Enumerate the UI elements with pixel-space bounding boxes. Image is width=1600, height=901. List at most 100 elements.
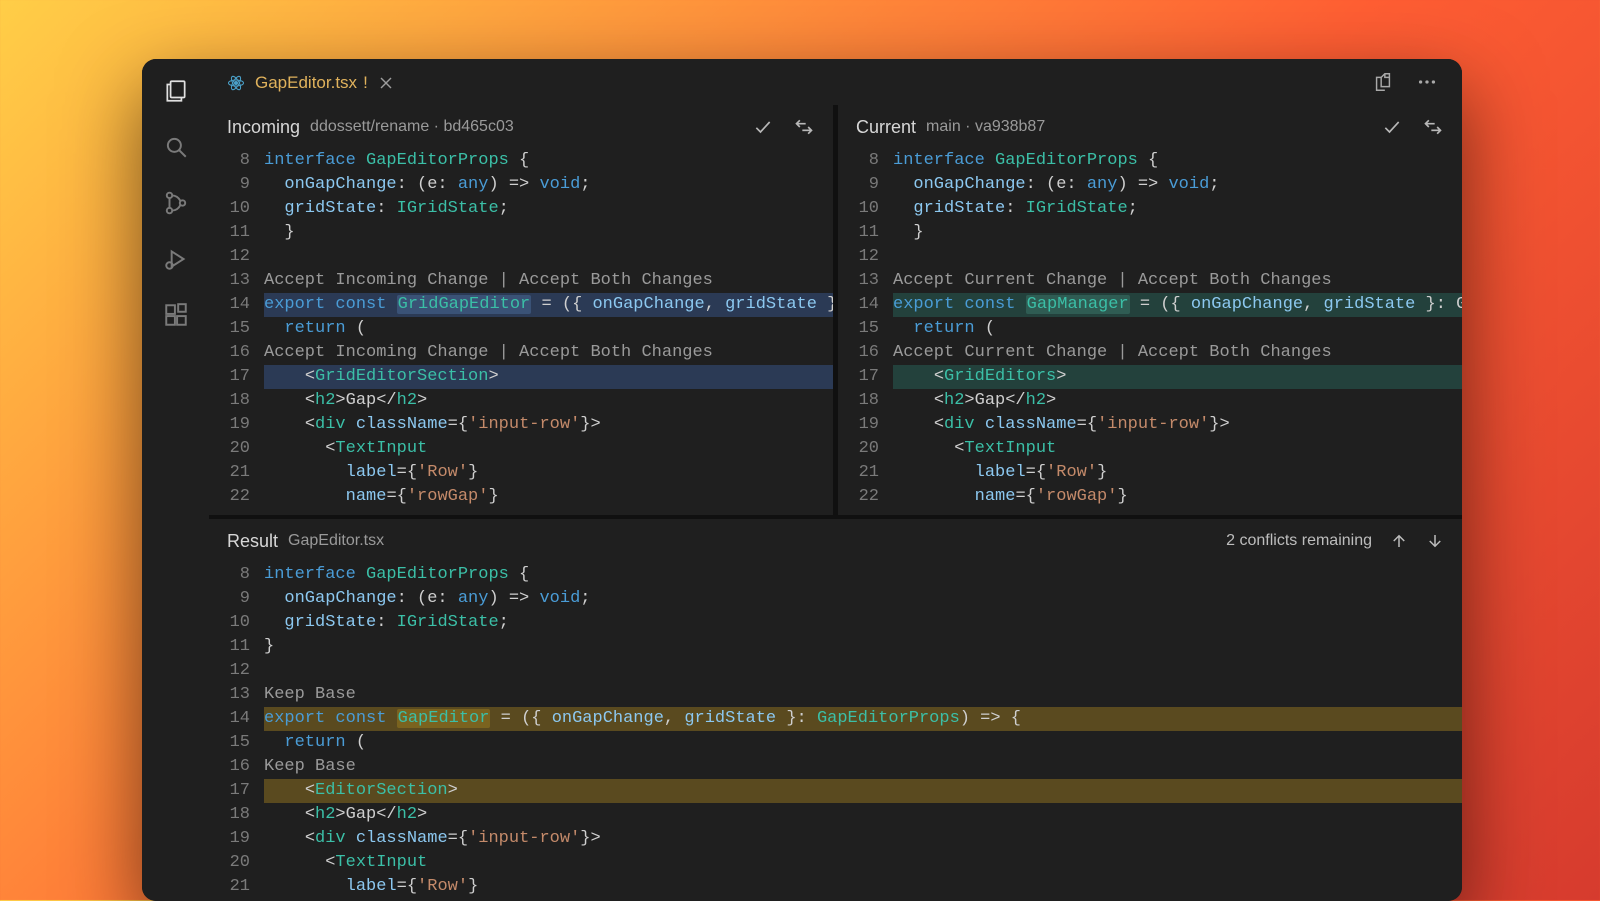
code-line[interactable]: export const GapEditor = ({ onGapChange,…: [264, 707, 1462, 731]
arrow-down-icon[interactable]: [1426, 532, 1444, 550]
tab-actions: [1372, 71, 1462, 93]
code-line[interactable]: <div className={'input-row'}>: [264, 827, 1462, 851]
code-line[interactable]: [893, 245, 1462, 269]
code-line[interactable]: export const GridGapEditor = ({ onGapCha…: [264, 293, 833, 317]
code-line[interactable]: interface GapEditorProps {: [893, 149, 1462, 173]
code-line[interactable]: interface GapEditorProps {: [264, 149, 833, 173]
line-number: 20: [209, 437, 264, 461]
line-number: 20: [838, 437, 893, 461]
line-number: 11: [209, 221, 264, 245]
tab-label: GapEditor.tsx: [255, 73, 357, 93]
codelens-action[interactable]: Keep Base: [264, 683, 1462, 707]
code-line[interactable]: return (: [264, 731, 1462, 755]
line-number: 15: [209, 731, 264, 755]
tab-gap-editor[interactable]: GapEditor.tsx !: [209, 59, 408, 105]
line-number: 13: [209, 683, 264, 707]
code-line[interactable]: gridState: IGridState;: [264, 611, 1462, 635]
codelens-action[interactable]: Keep Base: [264, 755, 1462, 779]
line-number: 12: [209, 245, 264, 269]
incoming-code[interactable]: 8interface GapEditorProps {9 onGapChange…: [209, 149, 833, 515]
line-number: 20: [209, 851, 264, 875]
tabs-row: GapEditor.tsx !: [209, 59, 1462, 105]
code-line[interactable]: <h2>Gap</h2>: [264, 389, 833, 413]
line-number: 11: [838, 221, 893, 245]
line-number: 11: [209, 635, 264, 659]
code-line[interactable]: name={'rowGap'}: [264, 485, 833, 509]
line-number: 18: [838, 389, 893, 413]
code-line[interactable]: gridState: IGridState;: [264, 197, 833, 221]
line-number: 15: [209, 317, 264, 341]
line-number: 18: [209, 803, 264, 827]
result-code[interactable]: 8interface GapEditorProps {9 onGapChange…: [209, 563, 1462, 901]
code-line[interactable]: <div className={'input-row'}>: [893, 413, 1462, 437]
extensions-icon[interactable]: [162, 301, 190, 329]
accept-icon[interactable]: [1382, 117, 1402, 137]
activity-bar: [142, 59, 209, 901]
vscode-window: GapEditor.tsx !: [142, 59, 1462, 901]
code-line[interactable]: <TextInput: [264, 851, 1462, 875]
codelens-action[interactable]: Accept Incoming Change | Accept Both Cha…: [264, 341, 833, 365]
code-line[interactable]: onGapChange: (e: any) => void;: [264, 587, 1462, 611]
code-line[interactable]: return (: [264, 317, 833, 341]
code-line[interactable]: label={'Row'}: [893, 461, 1462, 485]
code-line[interactable]: <div className={'input-row'}>: [264, 413, 833, 437]
diff-files-icon[interactable]: [1372, 71, 1394, 93]
swap-icon[interactable]: [1422, 117, 1444, 137]
code-line[interactable]: <EditorSection>: [264, 779, 1462, 803]
line-number: 17: [209, 779, 264, 803]
code-line[interactable]: gridState: IGridState;: [893, 197, 1462, 221]
code-line[interactable]: export const GapManager = ({ onGapChange…: [893, 293, 1462, 317]
arrow-up-icon[interactable]: [1390, 532, 1408, 550]
line-number: 8: [209, 563, 264, 587]
line-number: 17: [838, 365, 893, 389]
line-number: 14: [209, 707, 264, 731]
line-number: 9: [838, 173, 893, 197]
code-line[interactable]: }: [264, 221, 833, 245]
line-number: 13: [838, 269, 893, 293]
more-icon[interactable]: [1416, 71, 1438, 93]
modified-indicator: !: [363, 73, 368, 93]
code-line[interactable]: onGapChange: (e: any) => void;: [893, 173, 1462, 197]
codelens-action[interactable]: Accept Current Change | Accept Both Chan…: [893, 341, 1462, 365]
code-line[interactable]: label={'Row'}: [264, 875, 1462, 899]
incoming-branch-info: ddossett/rename · bd465c03: [310, 118, 514, 136]
code-line[interactable]: [264, 245, 833, 269]
codelens-action[interactable]: Accept Current Change | Accept Both Chan…: [893, 269, 1462, 293]
accept-icon[interactable]: [753, 117, 773, 137]
code-line[interactable]: <TextInput: [264, 437, 833, 461]
line-number: 16: [209, 341, 264, 365]
code-line[interactable]: [264, 659, 1462, 683]
line-number: 10: [209, 611, 264, 635]
code-line[interactable]: return (: [893, 317, 1462, 341]
result-title: Result: [227, 531, 278, 552]
line-number: 12: [209, 659, 264, 683]
line-number: 13: [209, 269, 264, 293]
incoming-header: Incoming ddossett/rename · bd465c03: [209, 105, 833, 149]
code-line[interactable]: label={'Row'}: [264, 461, 833, 485]
merge-top-split: Incoming ddossett/rename · bd465c03: [209, 105, 1462, 515]
explorer-icon[interactable]: [162, 77, 190, 105]
conflicts-remaining: 2 conflicts remaining: [1226, 532, 1372, 550]
code-line[interactable]: <TextInput: [893, 437, 1462, 461]
code-line[interactable]: interface GapEditorProps {: [264, 563, 1462, 587]
code-line[interactable]: onGapChange: (e: any) => void;: [264, 173, 833, 197]
incoming-pane: Incoming ddossett/rename · bd465c03: [209, 105, 838, 515]
code-line[interactable]: }: [264, 635, 1462, 659]
current-title: Current: [856, 117, 916, 138]
code-line[interactable]: }: [893, 221, 1462, 245]
codelens-action[interactable]: Accept Incoming Change | Accept Both Cha…: [264, 269, 833, 293]
code-line[interactable]: <h2>Gap</h2>: [264, 803, 1462, 827]
current-code[interactable]: 8interface GapEditorProps {9 onGapChange…: [838, 149, 1462, 515]
code-line[interactable]: <GridEditors>: [893, 365, 1462, 389]
line-number: 21: [838, 461, 893, 485]
source-control-icon[interactable]: [162, 189, 190, 217]
line-number: 17: [209, 365, 264, 389]
swap-icon[interactable]: [793, 117, 815, 137]
code-line[interactable]: <h2>Gap</h2>: [893, 389, 1462, 413]
line-number: 16: [838, 341, 893, 365]
code-line[interactable]: <GridEditorSection>: [264, 365, 833, 389]
code-line[interactable]: name={'rowGap'}: [893, 485, 1462, 509]
close-icon[interactable]: [378, 75, 394, 91]
run-debug-icon[interactable]: [162, 245, 190, 273]
search-icon[interactable]: [162, 133, 190, 161]
